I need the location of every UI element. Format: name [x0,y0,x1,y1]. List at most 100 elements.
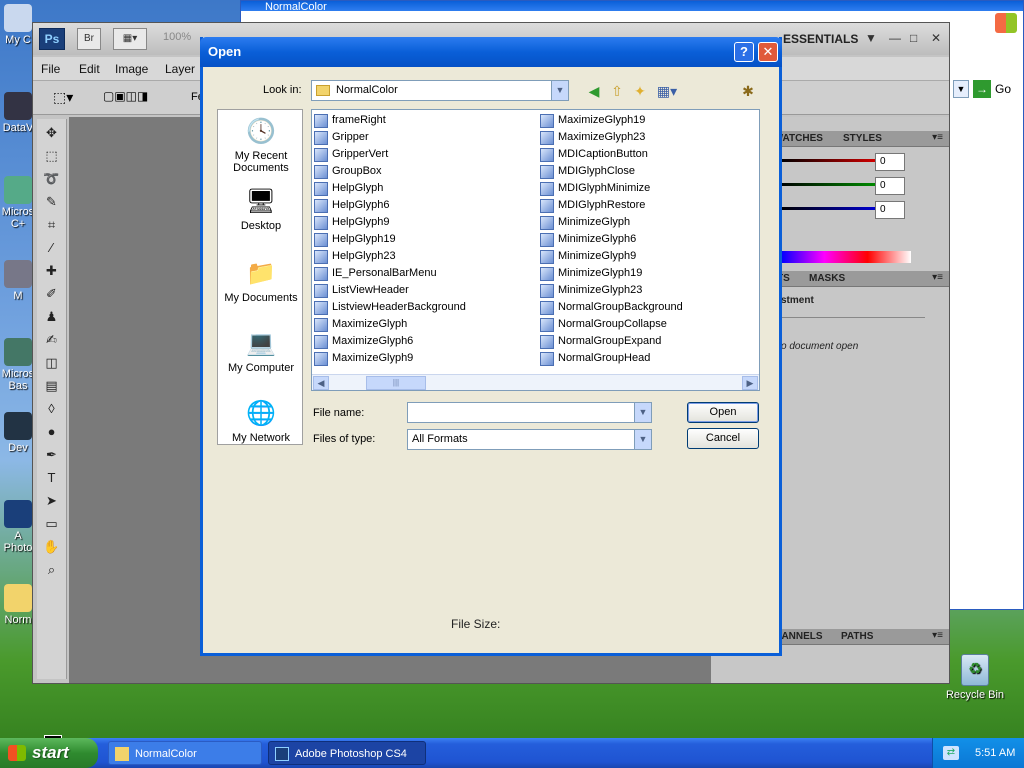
menu-image[interactable]: Image [115,62,148,76]
eyedropper-tool-icon[interactable]: ⁄ [41,239,63,257]
scroll-left-icon[interactable]: ◀ [313,376,329,390]
list-item[interactable]: MaximizeGlyph23 [540,129,683,146]
list-item[interactable]: HelpGlyph23 [314,248,466,265]
files-of-type-select[interactable]: All Formats ▼ [407,429,652,450]
desktop-icon-datav[interactable]: DataV [0,92,36,134]
list-item[interactable]: GroupBox [314,163,466,180]
tab-masks[interactable]: MASKS [809,273,845,284]
file-name-input[interactable]: ▼ [407,402,652,423]
view-extras-button[interactable]: ▦▾ [113,28,147,50]
desktop-icon-msbasic[interactable]: Micros Bas [0,338,36,392]
address-dropdown-button[interactable]: ▼ [953,80,969,98]
close-icon[interactable]: ✕ [931,31,941,45]
taskbar-item-normalcolor[interactable]: NormalColor [108,741,262,765]
zoom-tool-icon[interactable]: ⌕ [41,561,63,579]
list-item[interactable]: HelpGlyph9 [314,214,466,231]
brush-tool-icon[interactable]: ✐ [41,285,63,303]
horizontal-scrollbar[interactable]: ◀ ||| ▶ [312,374,759,390]
workspace-switcher[interactable]: ESSENTIALS [783,32,858,46]
list-item[interactable]: ListviewHeaderBackground [314,299,466,316]
list-item[interactable]: HelpGlyph6 [314,197,466,214]
path-select-tool-icon[interactable]: ➤ [41,492,63,510]
type-tool-icon[interactable]: T [41,469,63,487]
move-tool-icon[interactable]: ✥ [41,124,63,142]
stamp-tool-icon[interactable]: ♟ [41,308,63,326]
tab-styles[interactable]: STYLES [843,133,882,144]
list-item[interactable]: MaximizeGlyph6 [314,333,466,350]
go-label[interactable]: Go [995,82,1011,96]
pen-tool-icon[interactable]: ✒ [41,446,63,464]
desktop-icon-my-computer[interactable]: My C [0,4,36,46]
marquee-tool-icon[interactable]: ⬚▾ [53,89,73,106]
minimize-icon[interactable]: — [889,31,901,45]
color-spectrum[interactable] [781,251,911,263]
maximize-icon[interactable]: □ [910,31,917,45]
list-item[interactable]: MinimizeGlyph [540,214,683,231]
eraser-tool-icon[interactable]: ◫ [41,354,63,372]
list-item[interactable]: NormalGroupHead [540,350,683,367]
hand-tool-icon[interactable]: ✋ [41,538,63,556]
place-desktop[interactable]: 🖥 Desktop [218,186,304,232]
marquee-tool-icon[interactable]: ⬚ [41,147,63,165]
open-button[interactable]: Open [687,402,759,423]
panel-menu-icon[interactable]: ▾≡ [932,630,943,641]
new-folder-icon[interactable]: ✦ [631,82,649,100]
workspace-dropdown-icon[interactable]: ▼ [865,31,877,45]
zoom-level[interactable]: 100% [163,31,191,43]
desktop-icon-normal[interactable]: Norm [0,584,36,626]
dodge-tool-icon[interactable]: ● [41,423,63,441]
place-my-network[interactable]: 🌐 My Network [218,398,304,444]
list-item[interactable]: MinimizeGlyph19 [540,265,683,282]
blue-value[interactable]: 0 [875,201,905,219]
list-item[interactable]: MDICaptionButton [540,146,683,163]
taskbar-item-photoshop[interactable]: Adobe Photoshop CS4 [268,741,426,765]
list-item[interactable]: MaximizeGlyph9 [314,350,466,367]
list-item[interactable]: MDIGlyphRestore [540,197,683,214]
close-button[interactable]: ✕ [758,42,778,62]
cancel-button[interactable]: Cancel [687,428,759,449]
place-my-documents[interactable]: 📁 My Documents [218,258,304,304]
go-arrow-icon[interactable]: → [973,80,991,98]
look-in-combo[interactable]: NormalColor ▼ [311,80,569,101]
menu-file[interactable]: File [41,62,60,76]
list-item[interactable]: NormalGroupExpand [540,333,683,350]
chevron-down-icon[interactable]: ▼ [551,81,568,100]
safely-remove-icon[interactable]: ⇄ [943,746,959,760]
menu-layer[interactable]: Layer [165,62,195,76]
quick-select-tool-icon[interactable]: ✎ [41,193,63,211]
tools-icon[interactable]: ✱ [739,82,757,100]
list-item[interactable]: MinimizeGlyph9 [540,248,683,265]
back-arrow-icon[interactable]: ◀ [585,82,603,100]
help-button[interactable]: ? [734,42,754,62]
list-item[interactable]: Gripper [314,129,466,146]
desktop-icon-dev[interactable]: Dev [0,412,36,454]
list-item[interactable]: HelpGlyph [314,180,466,197]
blur-tool-icon[interactable]: ◊ [41,400,63,418]
list-item[interactable]: frameRight [314,112,466,129]
list-item[interactable]: MinimizeGlyph6 [540,231,683,248]
desktop-icon-recycle-bin[interactable]: ♻ Recycle Bin [940,654,1010,701]
list-item[interactable]: IE_PersonalBarMenu [314,265,466,282]
red-value[interactable]: 0 [875,153,905,171]
list-item[interactable]: MinimizeGlyph23 [540,282,683,299]
gradient-tool-icon[interactable]: ▤ [41,377,63,395]
shape-tool-icon[interactable]: ▭ [41,515,63,533]
place-recent-documents[interactable]: 🕓 My Recent Documents [218,116,304,174]
list-item[interactable]: NormalGroupBackground [540,299,683,316]
list-item[interactable]: NormalGroupCollapse [540,316,683,333]
desktop-icon-msvc[interactable]: Micros C+ [0,176,36,230]
start-button[interactable]: start [0,738,98,768]
list-item[interactable]: MaximizeGlyph [314,316,466,333]
scroll-thumb[interactable]: ||| [366,376,426,390]
place-my-computer[interactable]: 💻 My Computer [218,328,304,374]
green-value[interactable]: 0 [875,177,905,195]
list-item[interactable]: MaximizeGlyph19 [540,112,683,129]
lasso-tool-icon[interactable]: ➰ [41,170,63,188]
desktop-icon-m[interactable]: M [0,260,36,302]
list-item[interactable]: MDIGlyphMinimize [540,180,683,197]
panel-menu-icon[interactable]: ▾≡ [932,272,943,283]
up-folder-icon[interactable]: ⇧ [608,82,626,100]
list-item[interactable]: HelpGlyph19 [314,231,466,248]
list-item[interactable]: GripperVert [314,146,466,163]
tab-paths[interactable]: PATHS [841,631,873,642]
